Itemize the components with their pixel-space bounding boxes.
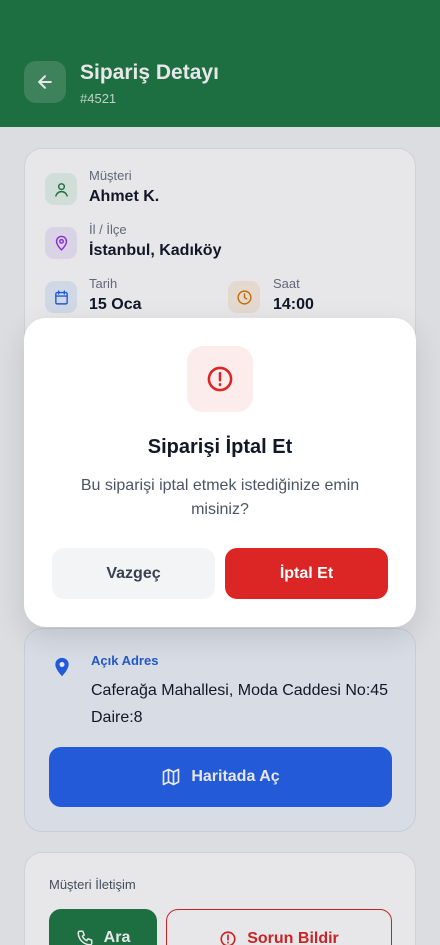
dialog-message: Bu siparişi iptal etmek istediğinize emi…: [80, 477, 360, 518]
alert-icon: [187, 346, 253, 412]
cancel-order-dialog: Siparişi İptal Et Bu siparişi iptal etme…: [24, 318, 416, 627]
confirm-cancel-button[interactable]: İptal Et: [225, 548, 388, 599]
dismiss-button[interactable]: Vazgeç: [52, 548, 215, 599]
dialog-title: Siparişi İptal Et: [147, 436, 293, 458]
